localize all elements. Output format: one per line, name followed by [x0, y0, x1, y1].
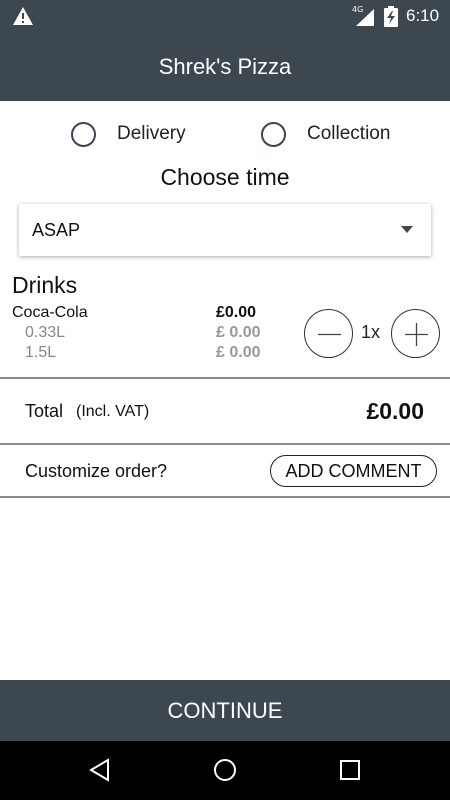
product-price: £0.00	[216, 304, 257, 321]
customize-order-label: Customize order?	[25, 461, 168, 481]
collection-radio[interactable]	[261, 122, 286, 147]
divider	[0, 443, 450, 445]
recents-icon[interactable]	[338, 758, 362, 782]
variant-name[interactable]: 1.5L	[25, 344, 56, 362]
section-title-drinks: Drinks	[12, 272, 78, 298]
home-icon[interactable]	[213, 758, 237, 782]
total-value: £0.00	[366, 398, 424, 424]
product-name: Coca-Cola	[12, 304, 88, 321]
increase-quantity-button[interactable]	[391, 309, 440, 358]
plus-icon	[405, 323, 428, 346]
variant-name[interactable]: 0.33L	[25, 324, 65, 342]
time-dropdown-value: ASAP	[32, 220, 81, 240]
divider	[0, 377, 450, 379]
choose-time-heading: Choose time	[160, 164, 290, 190]
divider	[0, 496, 450, 498]
delivery-radio[interactable]	[71, 122, 96, 147]
dropdown-arrow-icon	[401, 226, 413, 233]
collection-label[interactable]: Collection	[307, 123, 390, 145]
continue-button[interactable]: CONTINUE	[0, 680, 450, 741]
total-vat-note: (Incl. VAT)	[76, 403, 150, 420]
back-icon[interactable]	[88, 758, 112, 782]
variant-price: £ 0.00	[216, 344, 261, 361]
add-comment-button[interactable]: ADD COMMENT	[270, 455, 437, 487]
decrease-quantity-button[interactable]	[304, 309, 353, 358]
navigation-bar	[0, 741, 450, 800]
total-label: Total	[25, 401, 64, 421]
quantity-value: 1x	[361, 322, 381, 342]
battery-charging-icon	[384, 6, 398, 27]
status-bar: 4G 6:10	[0, 0, 450, 33]
minus-icon	[318, 333, 341, 336]
order-type-selector: Delivery Collection	[0, 118, 450, 150]
app-title: Shrek's Pizza	[158, 54, 292, 79]
delivery-label[interactable]: Delivery	[117, 123, 186, 145]
warning-icon	[13, 7, 33, 25]
app-bar: Shrek's Pizza	[0, 33, 450, 101]
signal-icon	[356, 9, 374, 26]
status-time: 6:10	[406, 6, 440, 25]
time-dropdown[interactable]: ASAP	[19, 204, 431, 256]
variant-price: £ 0.00	[216, 324, 261, 341]
